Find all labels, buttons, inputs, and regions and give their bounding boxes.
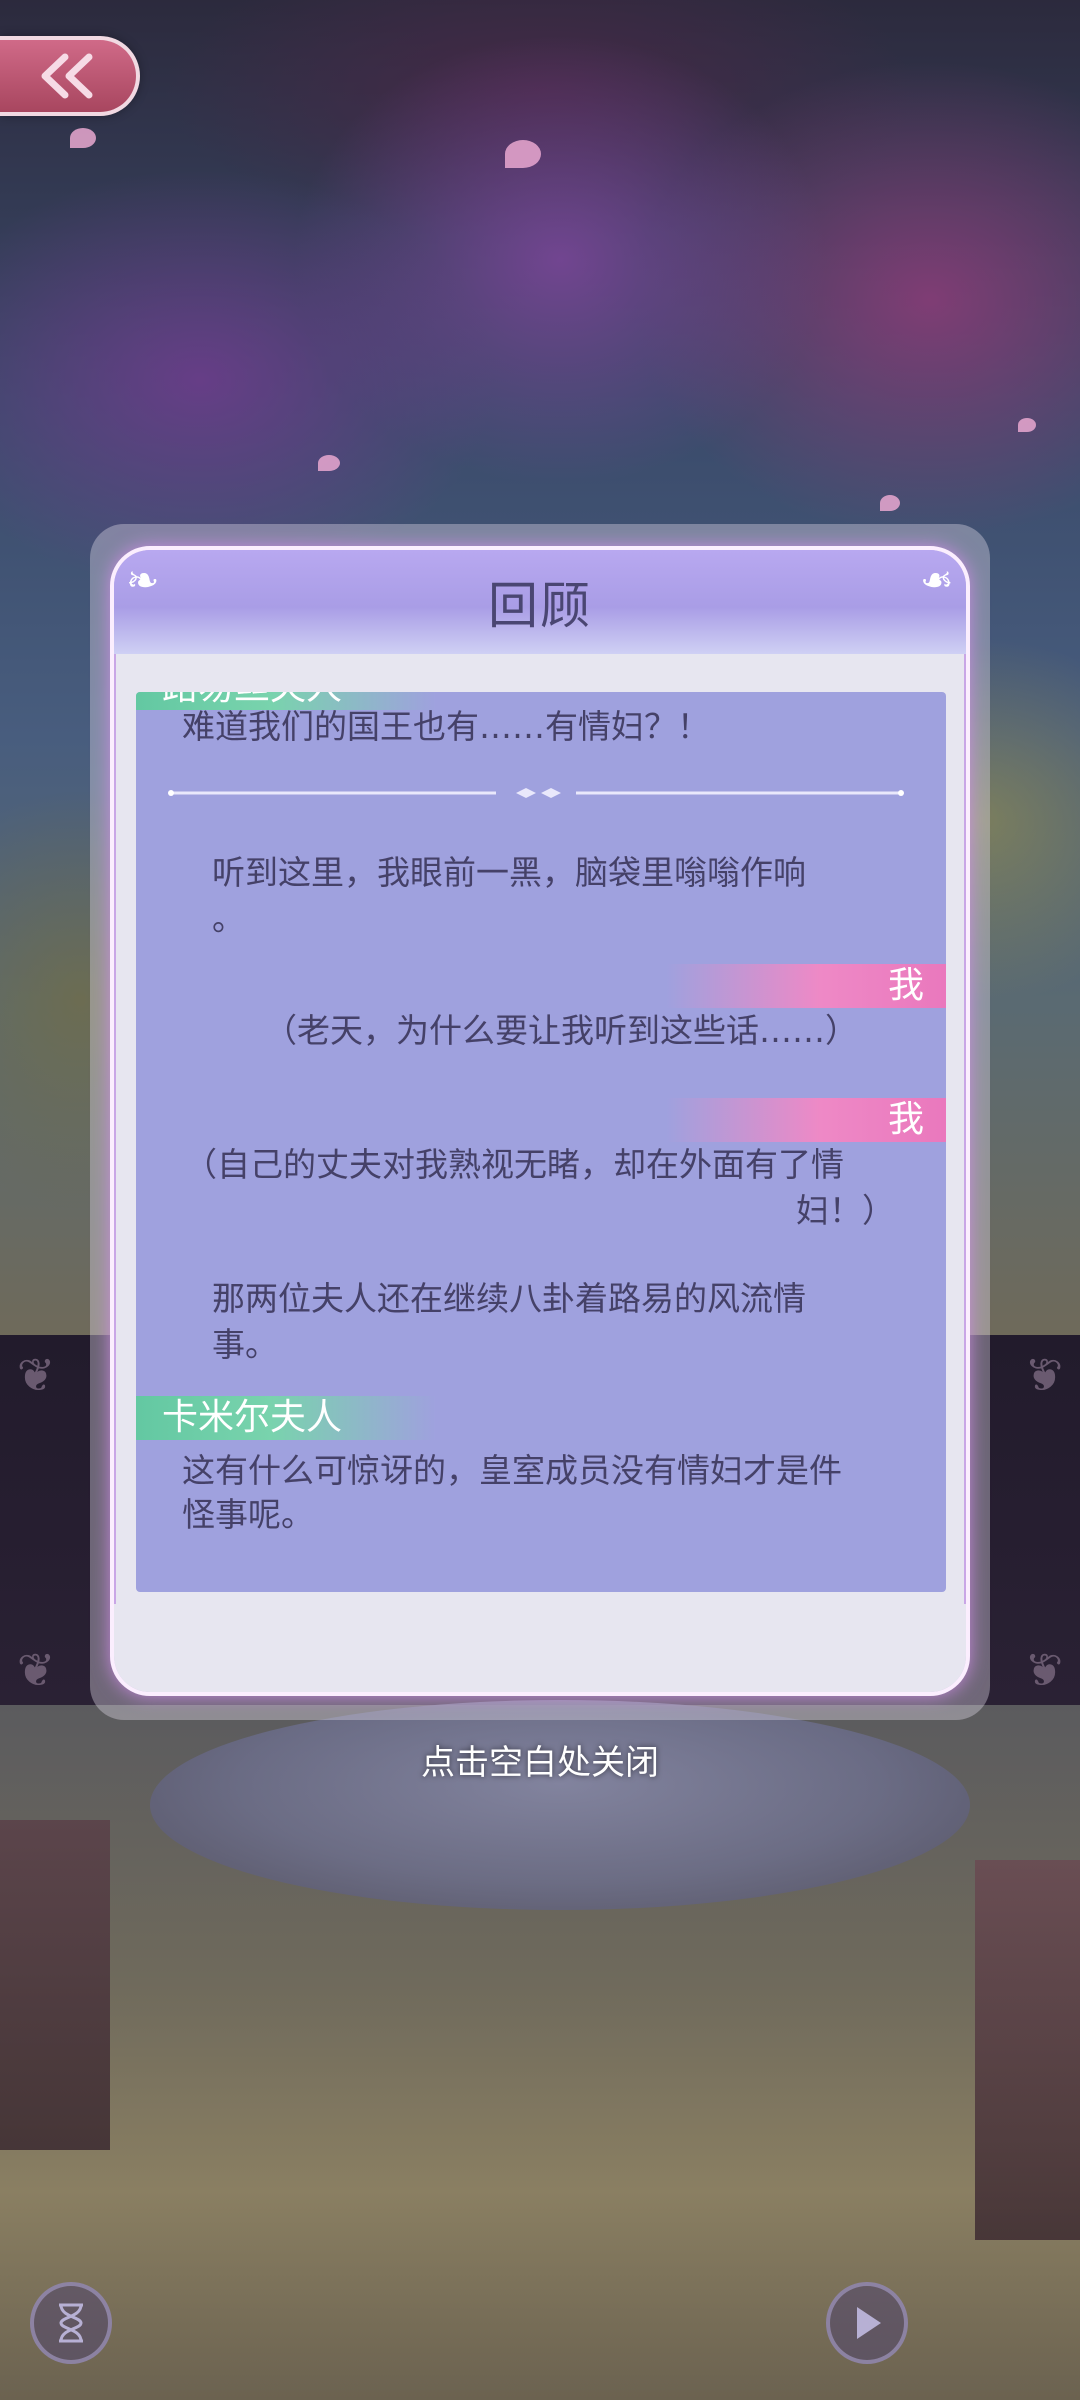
speaker-tag-me: 我	[666, 964, 946, 1008]
narration-line: 。	[212, 899, 245, 938]
dialog-line: 这有什么可惊讶的，皇室成员没有情妇才是件	[182, 1451, 842, 1490]
pillar-right-decoration	[975, 1860, 1080, 2240]
double-chevron-left-icon	[41, 53, 93, 99]
pillar-left-decoration	[0, 1820, 110, 2150]
petal-decoration	[880, 495, 900, 511]
speaker-tag-npc: 卡米尔夫人	[136, 1396, 436, 1440]
close-hint-text[interactable]: 点击空白处关闭	[0, 1735, 1080, 1784]
petal-decoration	[505, 140, 541, 168]
ornament-icon: ❦	[16, 1348, 56, 1402]
narration-line: 听到这里，我眼前一黑，脑袋里嗡嗡作响	[212, 853, 806, 892]
dialog-title: 回顾	[488, 577, 592, 635]
dialog-footer	[114, 1604, 966, 1692]
narration-line: 事。	[212, 1325, 278, 1364]
hourglass-icon	[59, 2303, 83, 2343]
swirl-ornament-icon: ❧	[920, 558, 954, 604]
play-icon	[857, 2307, 881, 2339]
dialog-line: 难道我们的国王也有……有情妇？！	[182, 707, 710, 746]
fountain-decoration	[150, 1700, 970, 1910]
dialog-line: 妇！）	[796, 1191, 895, 1230]
dialog-log-list[interactable]: 路易丝夫人 难道我们的国王也有……有情妇？！ 听到这里，我眼前一黑，脑袋里嗡嗡作…	[136, 692, 946, 1592]
speaker-tag-me: 我	[666, 1098, 946, 1142]
dialog-line: （自己的丈夫对我熟视无睹，却在外面有了情	[184, 1145, 844, 1184]
play-button[interactable]	[826, 2282, 908, 2364]
swirl-ornament-icon: ❧	[126, 558, 160, 604]
petal-decoration	[70, 128, 96, 148]
divider-ornament	[168, 788, 904, 798]
auto-play-button[interactable]	[30, 2282, 112, 2364]
dialog-line: （老天，为什么要让我听到这些话……）	[264, 1011, 858, 1050]
ornament-icon: ❦	[1024, 1348, 1064, 1402]
petal-decoration	[318, 455, 340, 471]
back-button[interactable]	[0, 36, 140, 116]
ornament-icon: ❦	[1024, 1643, 1064, 1697]
review-dialog: ❧ 回顾 ❧ 路易丝夫人 难道我们的国王也有……有情妇？！ 听到这里，我眼前一黑…	[110, 546, 970, 1696]
dialog-header: ❧ 回顾 ❧	[114, 550, 966, 654]
dialog-line: 怪事呢。	[182, 1495, 314, 1534]
ornament-icon: ❦	[16, 1643, 56, 1697]
narration-line: 那两位夫人还在继续八卦着路易的风流情	[212, 1279, 806, 1318]
petal-decoration	[1018, 418, 1036, 432]
